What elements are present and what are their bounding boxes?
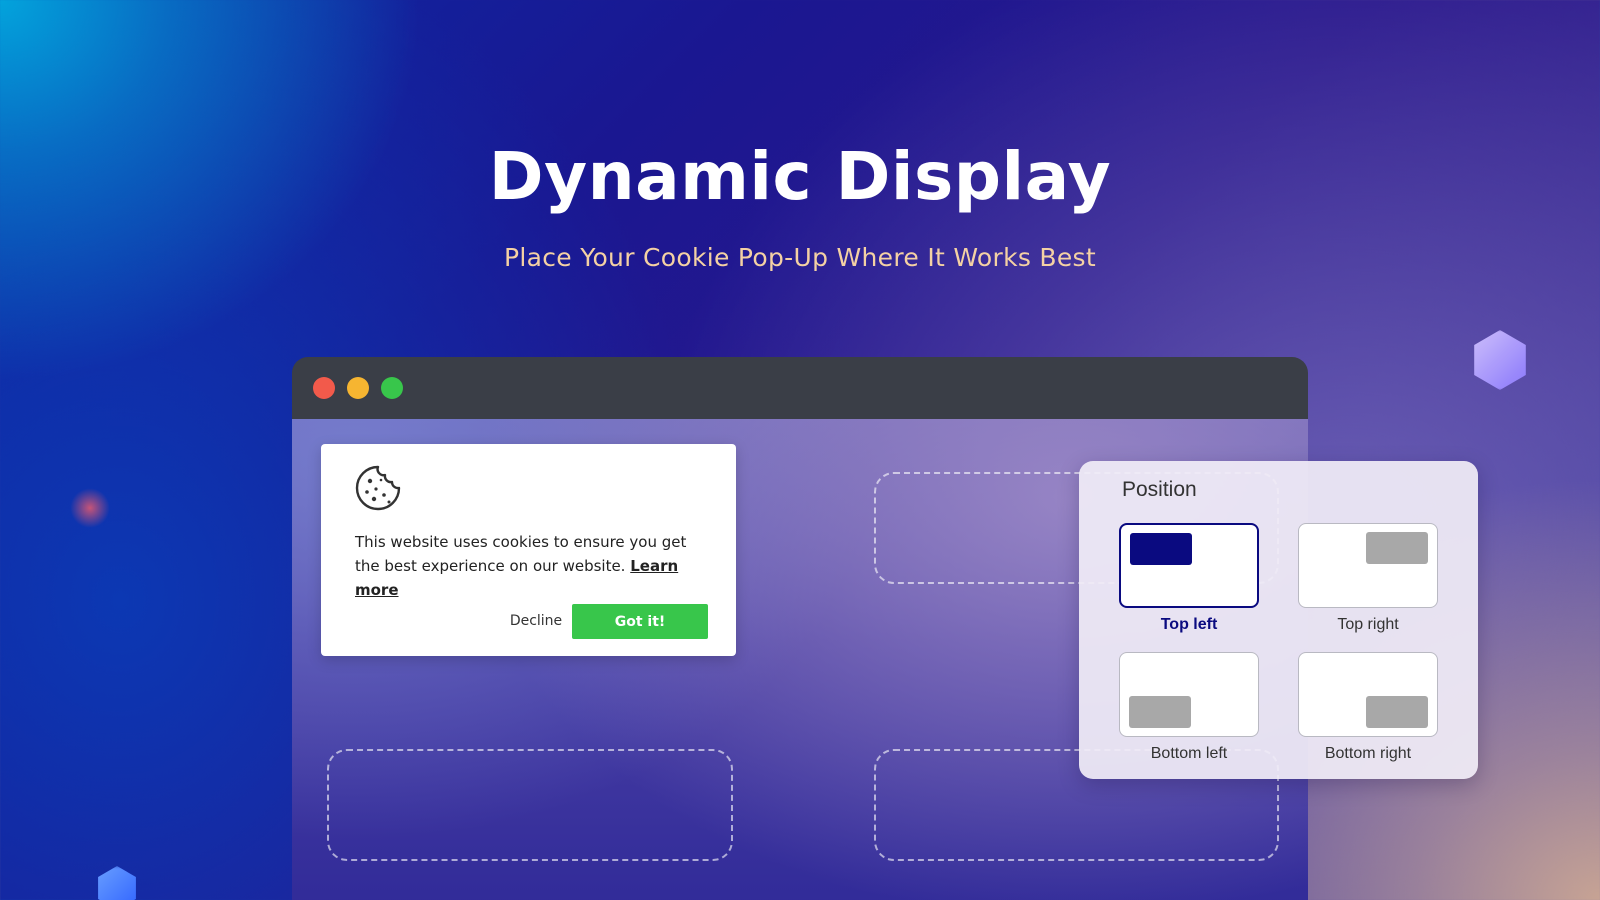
popup-placement-marker <box>1129 696 1191 728</box>
minimize-window-button[interactable] <box>347 377 369 399</box>
cookie-icon <box>355 465 401 511</box>
position-option-top-right[interactable]: Top right <box>1298 523 1438 634</box>
accept-button[interactable]: Got it! <box>572 604 708 639</box>
position-label-bottom-left: Bottom left <box>1150 745 1228 762</box>
cookie-popup: This website uses cookies to ensure you … <box>321 444 736 656</box>
position-option-bottom-left[interactable]: Bottom left <box>1119 652 1259 763</box>
popup-placement-marker <box>1366 696 1428 728</box>
maximize-window-button[interactable] <box>381 377 403 399</box>
position-label-top-right: Top right <box>1337 616 1399 633</box>
position-panel: Position Top left Top right Bottom left … <box>1079 461 1478 779</box>
position-preview-top-right[interactable] <box>1298 523 1438 608</box>
position-preview-top-left[interactable] <box>1119 523 1259 608</box>
position-panel-title: Position <box>1122 478 1197 501</box>
popup-placement-marker <box>1366 532 1428 564</box>
position-option-bottom-right[interactable]: Bottom right <box>1298 652 1438 763</box>
background-cube-blue <box>98 866 136 900</box>
position-label-top-left: Top left <box>1160 616 1218 633</box>
position-preview-bottom-right[interactable] <box>1298 652 1438 737</box>
position-label-bottom-right: Bottom right <box>1324 745 1412 762</box>
hero-subtitle: Place Your Cookie Pop-Up Where It Works … <box>504 243 1096 272</box>
background-orb-red <box>70 488 110 528</box>
hero-title: Dynamic Display <box>488 138 1112 215</box>
position-preview-bottom-left[interactable] <box>1119 652 1259 737</box>
placeholder-slot-bottom-left <box>327 749 733 861</box>
position-option-top-left[interactable]: Top left <box>1119 523 1259 634</box>
browser-titlebar <box>292 357 1308 419</box>
cookie-message: This website uses cookies to ensure you … <box>355 530 715 602</box>
popup-placement-marker <box>1130 533 1192 565</box>
close-window-button[interactable] <box>313 377 335 399</box>
background-cube-purple <box>1474 330 1526 390</box>
